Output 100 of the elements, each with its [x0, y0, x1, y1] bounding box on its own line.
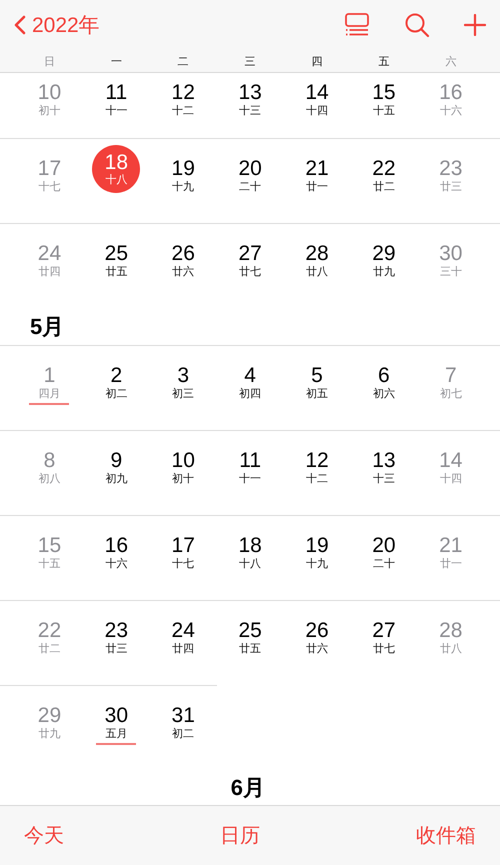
day-number[interactable]: 27: [238, 242, 262, 266]
lunar-date: 廿七: [239, 266, 262, 279]
lunar-date: 廿四: [38, 266, 60, 279]
lunar-date: 初五: [306, 388, 328, 401]
lunar-date: 十八: [239, 558, 262, 571]
lunar-date: 廿八: [440, 643, 462, 656]
lunar-date: 十七: [38, 181, 60, 194]
day-number[interactable]: 2: [110, 364, 122, 388]
lunar-date: 初六: [372, 388, 395, 401]
lunar-date: 十一: [239, 473, 262, 486]
day-number[interactable]: 11: [105, 81, 128, 105]
lunar-date: 廿九: [372, 266, 395, 279]
day-number[interactable]: 20: [372, 534, 396, 558]
lunar-date: 十一: [105, 105, 128, 118]
lunar-date: 廿八: [306, 266, 328, 279]
weekday-label: 三: [244, 54, 257, 68]
lunar-date: 廿六: [306, 643, 328, 656]
lunar-date: 二十: [372, 558, 395, 571]
lunar-date: 三十: [440, 266, 462, 279]
day-number[interactable]: 12: [172, 81, 195, 105]
lunar-date: 十六: [440, 105, 462, 118]
tab-bar-button[interactable]: 今天: [24, 822, 64, 849]
search-icon[interactable]: [404, 12, 430, 38]
day-number[interactable]: 26: [305, 619, 329, 643]
day-number[interactable]: 24: [172, 619, 195, 643]
day-number[interactable]: 20: [238, 157, 262, 181]
day-number[interactable]: 15: [372, 81, 396, 105]
lunar-date: 初八: [38, 473, 60, 486]
day-number[interactable]: 3: [177, 364, 190, 388]
day-number[interactable]: 18: [238, 534, 262, 558]
add-icon[interactable]: [464, 14, 486, 36]
lunar-date: 初三: [172, 388, 194, 401]
lunar-date: 廿三: [440, 181, 462, 194]
day-number[interactable]: 25: [238, 619, 262, 643]
day-number[interactable]: 13: [238, 81, 262, 105]
weekday-label: 二: [176, 54, 190, 68]
lunar-date: 十七: [172, 558, 194, 571]
lunar-date: 十九: [172, 181, 194, 194]
lunar-date: 十二: [306, 473, 328, 486]
day-number[interactable]: 31: [172, 704, 195, 728]
month-title: 5月: [30, 312, 64, 340]
weekday-label: 一: [110, 54, 123, 68]
back-button[interactable]: 2022年: [14, 11, 100, 39]
day-number[interactable]: 23: [104, 619, 128, 643]
day-number[interactable]: 26: [172, 242, 195, 266]
lunar-date: 十三: [372, 473, 395, 486]
lunar-date: 十四: [440, 473, 462, 486]
lunar-date: 十二: [172, 105, 194, 118]
day-number[interactable]: 4: [244, 364, 256, 388]
lunar-date: 初七: [440, 388, 462, 401]
lunar-date: 五月: [105, 728, 128, 741]
list-view-icon[interactable]: [344, 13, 370, 37]
lunar-date: 初二: [105, 388, 128, 401]
day-number[interactable]: 17: [172, 534, 195, 558]
tab-bar-button[interactable]: 日历: [220, 822, 260, 849]
lunar-date: 十九: [306, 558, 328, 571]
weekday-label: 六: [444, 54, 458, 68]
day-number[interactable]: 16: [104, 534, 128, 558]
day-number[interactable]: 10: [172, 449, 195, 473]
day-number[interactable]: 19: [305, 534, 329, 558]
day-number[interactable]: 22: [372, 157, 396, 181]
day-number[interactable]: 6: [378, 364, 390, 388]
day-number[interactable]: 9: [110, 449, 122, 473]
day-number[interactable]: 11: [239, 449, 262, 473]
lunar-date: 廿六: [172, 266, 194, 279]
day-number[interactable]: 30: [104, 704, 128, 728]
month-title: 6月: [230, 774, 265, 802]
lunar-date: 四月: [38, 388, 60, 401]
lunar-date: 廿七: [372, 643, 395, 656]
lunar-date: 初十: [172, 473, 194, 486]
tab-bar-button[interactable]: 收件箱: [416, 822, 476, 849]
lunar-date: 廿一: [306, 181, 328, 194]
lunar-date: 初二: [172, 728, 194, 741]
lunar-date: 初四: [239, 388, 262, 401]
lunar-date: 十五: [372, 105, 395, 118]
lunar-date: 廿三: [105, 643, 128, 656]
day-number[interactable]: 25: [104, 242, 128, 266]
day-number[interactable]: 21: [305, 157, 329, 181]
lunar-date: 廿五: [105, 266, 128, 279]
lunar-date: 十六: [105, 558, 128, 571]
day-number[interactable]: 12: [305, 449, 329, 473]
lunar-date: 廿四: [172, 643, 194, 656]
lunar-date: 廿九: [38, 728, 60, 741]
day-number[interactable]: 5: [311, 364, 323, 388]
lunar-date: 初九: [105, 473, 128, 486]
day-number[interactable]: 19: [172, 157, 195, 181]
day-number[interactable]: 27: [372, 619, 396, 643]
lunar-date: 廿二: [372, 181, 395, 194]
weekday-label: 五: [377, 54, 390, 68]
day-number[interactable]: 29: [372, 242, 396, 266]
lunar-date: 二十: [239, 181, 262, 194]
lunar-date: 十五: [38, 558, 60, 571]
day-number[interactable]: 14: [305, 81, 329, 105]
lunar-date: 廿一: [440, 558, 462, 571]
day-number[interactable]: 28: [305, 242, 329, 266]
day-number[interactable]: 13: [372, 449, 396, 473]
today-date[interactable]: 18 十八: [92, 145, 140, 193]
weekday-label: 日: [42, 54, 56, 68]
chevron-left-icon: [14, 15, 26, 35]
lunar-date: 廿五: [239, 643, 262, 656]
